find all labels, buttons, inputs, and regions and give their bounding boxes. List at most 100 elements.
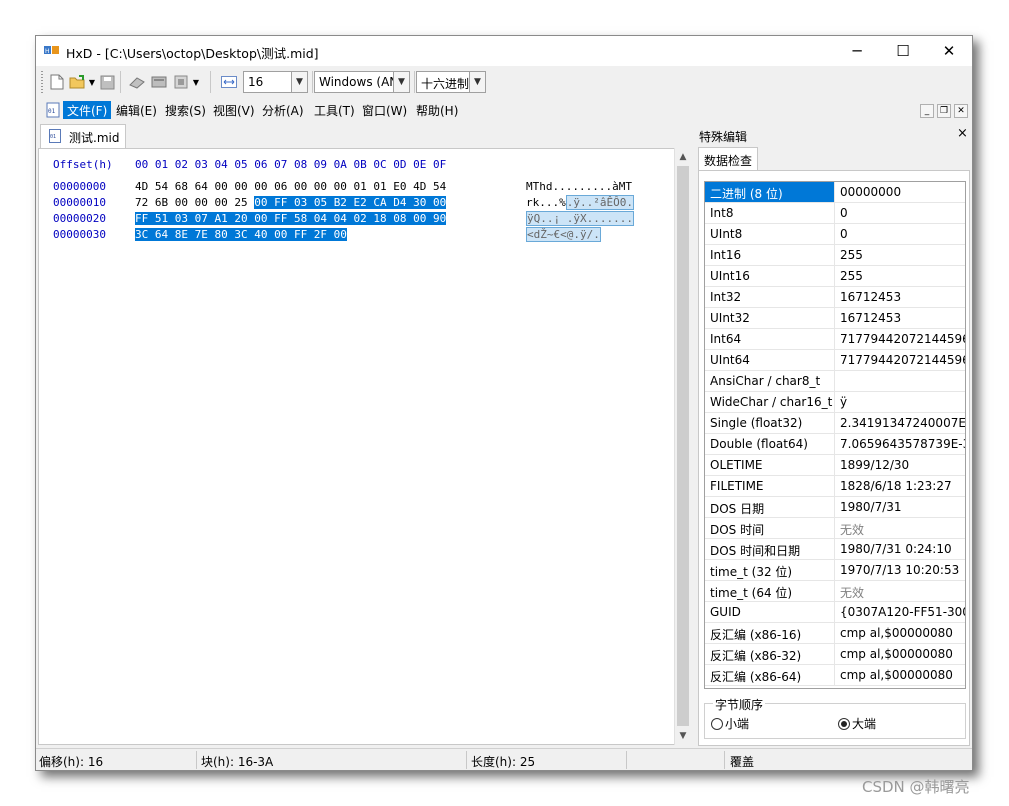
inspector-value[interactable]: 1828/6/18 1:23:27: [836, 476, 965, 496]
inspector-row[interactable]: DOS 日期 1980/7/31: [705, 497, 965, 518]
inspector-value[interactable]: 255: [836, 266, 965, 286]
scroll-thumb[interactable]: [677, 166, 689, 726]
inspector-value[interactable]: 1980/7/31 0:24:10: [836, 539, 965, 559]
mdi-minimize-icon[interactable]: _: [920, 104, 934, 118]
ascii-text[interactable]: <dŽ~€<@.ÿ/.: [526, 227, 601, 243]
big-endian-radio[interactable]: 大端: [838, 715, 876, 732]
document-icon[interactable]: 01: [46, 102, 60, 118]
inspector-row[interactable]: OLETIME 1899/12/30: [705, 455, 965, 476]
hex-bytes[interactable]: FF 51 03 07 A1 20 00 FF 58 04 04 02 18 0…: [135, 211, 447, 227]
panel-close-icon[interactable]: ×: [957, 126, 968, 141]
menu-view[interactable]: 视图(V): [209, 101, 259, 119]
hex-bytes-selected[interactable]: FF 51 03 07 A1 20 00 FF 58 04 04 02 18 0…: [135, 212, 447, 225]
inspector-row[interactable]: Single (float32) 2.34191347240007E-3: [705, 413, 965, 434]
new-file-icon[interactable]: [48, 73, 66, 91]
open-file-icon[interactable]: [69, 73, 87, 91]
inspector-row[interactable]: AnsiChar / char8_t: [705, 371, 965, 392]
inspector-value[interactable]: 71779442072144596: [836, 350, 965, 370]
open-dropdown-icon[interactable]: ▼: [88, 73, 96, 91]
inspector-value[interactable]: 255: [836, 245, 965, 265]
inspector-row[interactable]: UInt8 0: [705, 224, 965, 245]
inspector-row[interactable]: time_t (32 位) 1970/7/13 10:20:53: [705, 560, 965, 581]
inspector-value[interactable]: 2.34191347240007E-3: [836, 413, 965, 433]
bytes-per-row-select[interactable]: 16: [243, 71, 293, 93]
inspector-value[interactable]: 1899/12/30: [836, 455, 965, 475]
inspector-value[interactable]: {0307A120-FF51-3000: [836, 602, 965, 622]
inspector-value[interactable]: ÿ: [836, 392, 965, 412]
save-icon[interactable]: [98, 73, 116, 91]
hex-bytes-selected[interactable]: 00 FF 03 05 B2 E2 CA D4 30 00: [254, 196, 447, 209]
radio-selected-icon[interactable]: [838, 717, 850, 730]
little-endian-radio[interactable]: 小端: [711, 715, 749, 732]
hex-bytes[interactable]: 4D 54 68 64 00 00 00 06 00 00 00 01 01 E…: [135, 179, 446, 195]
vertical-scrollbar[interactable]: ▲ ▼: [674, 148, 691, 745]
inspector-row[interactable]: Int32 16712453: [705, 287, 965, 308]
inspector-row[interactable]: GUID {0307A120-FF51-3000: [705, 602, 965, 623]
chevron-down-icon[interactable]: ▼: [291, 71, 308, 93]
open-ram-icon[interactable]: [150, 73, 168, 91]
open-main-memory-icon[interactable]: [172, 73, 190, 91]
mdi-close-icon[interactable]: ✕: [954, 104, 968, 118]
ascii-selected[interactable]: .ÿ..²âÊÔ0.: [565, 195, 634, 210]
hex-bytes-selected[interactable]: 3C 64 8E 7E 80 3C 40 00 FF 2F 00: [135, 228, 347, 241]
inspector-row[interactable]: UInt16 255: [705, 266, 965, 287]
radio-icon[interactable]: [711, 717, 723, 730]
chevron-down-icon[interactable]: ▼: [393, 71, 410, 93]
menu-search[interactable]: 搜索(S): [161, 101, 210, 119]
inspector-value[interactable]: cmp al,$00000080: [836, 665, 965, 685]
inspector-value[interactable]: 7.0659643578739E-30: [836, 434, 965, 454]
inspector-value[interactable]: 0: [836, 224, 965, 244]
inspector-value[interactable]: 16712453: [836, 308, 965, 328]
inspector-value[interactable]: 0: [836, 203, 965, 223]
inspector-value[interactable]: 1980/7/31: [836, 497, 965, 517]
document-tab[interactable]: 01 测试.mid: [40, 124, 126, 148]
inspector-value[interactable]: cmp al,$00000080: [836, 644, 965, 664]
memory-dropdown-icon[interactable]: ▼: [192, 73, 200, 91]
inspector-row[interactable]: 反汇编 (x86-16) cmp al,$00000080: [705, 623, 965, 644]
scroll-down-icon[interactable]: ▼: [675, 728, 691, 744]
display-mode-select[interactable]: 十六进制: [416, 71, 472, 93]
open-disk-icon[interactable]: [128, 73, 146, 91]
ascii-selected[interactable]: <dŽ~€<@.ÿ/.: [526, 227, 601, 242]
inspector-row[interactable]: WideChar / char16_t ÿ: [705, 392, 965, 413]
ascii-selected[interactable]: ÿQ..¡ .ÿX.......: [526, 211, 634, 226]
menu-analysis[interactable]: 分析(A): [258, 101, 308, 119]
inspector-row[interactable]: 反汇编 (x86-32) cmp al,$00000080: [705, 644, 965, 665]
inspector-value[interactable]: 71779442072144596: [836, 329, 965, 349]
inspector-value[interactable]: [836, 371, 965, 391]
charset-select[interactable]: Windows (AN: [314, 71, 396, 93]
inspector-table[interactable]: 二进制 (8 位) 00000000 Int8 0 UInt8 0 Int16 255 …: [704, 181, 966, 689]
inspector-value[interactable]: cmp al,$00000080: [836, 623, 965, 643]
tab-data-inspector[interactable]: 数据检查: [698, 147, 758, 171]
inspector-row[interactable]: UInt32 16712453: [705, 308, 965, 329]
inspector-value[interactable]: 1970/7/13 10:20:53: [836, 560, 965, 580]
inspector-value[interactable]: 16712453: [836, 287, 965, 307]
inspector-row[interactable]: 反汇编 (x86-64) cmp al,$00000080: [705, 665, 965, 686]
inspector-row[interactable]: Double (float64) 7.0659643578739E-30: [705, 434, 965, 455]
hex-bytes-plain[interactable]: 72 6B 00 00 00 25: [135, 196, 254, 209]
menu-window[interactable]: 窗口(W): [358, 101, 411, 119]
inspector-row[interactable]: FILETIME 1828/6/18 1:23:27: [705, 476, 965, 497]
mdi-restore-icon[interactable]: ❐: [937, 104, 951, 118]
ascii-plain[interactable]: MThd.........àMT: [526, 180, 632, 193]
toolbar-grip[interactable]: [41, 71, 43, 93]
menu-tools[interactable]: 工具(T): [310, 101, 359, 119]
ascii-text[interactable]: ÿQ..¡ .ÿX.......: [526, 211, 634, 227]
inspector-value[interactable]: 00000000: [836, 182, 965, 202]
menu-file[interactable]: 文件(F): [63, 101, 112, 119]
chevron-down-icon[interactable]: ▼: [469, 71, 486, 93]
inspector-value[interactable]: 无效: [836, 581, 965, 601]
close-button[interactable]: ✕: [926, 36, 972, 66]
inspector-value[interactable]: 无效: [836, 518, 965, 538]
hex-bytes[interactable]: 3C 64 8E 7E 80 3C 40 00 FF 2F 00: [135, 227, 347, 243]
menu-help[interactable]: 帮助(H): [412, 101, 462, 119]
title-bar[interactable]: H HxD - [C:\Users\octop\Desktop\测试.mid] …: [36, 36, 972, 66]
hex-bytes[interactable]: 72 6B 00 00 00 25 00 FF 03 05 B2 E2 CA D…: [135, 195, 447, 211]
hex-editor[interactable]: Offset(h) 00 01 02 03 04 05 06 07 08 09 …: [38, 148, 675, 745]
ascii-plain[interactable]: rk...%: [526, 196, 566, 209]
inspector-row[interactable]: time_t (64 位) 无效: [705, 581, 965, 602]
menu-edit[interactable]: 编辑(E): [112, 101, 161, 119]
inspector-row[interactable]: 二进制 (8 位) 00000000: [705, 182, 965, 203]
hex-bytes-plain[interactable]: 4D 54 68 64 00 00 00 06 00 00 00 01 01 E…: [135, 180, 446, 193]
ascii-text[interactable]: MThd.........àMT: [526, 179, 632, 195]
